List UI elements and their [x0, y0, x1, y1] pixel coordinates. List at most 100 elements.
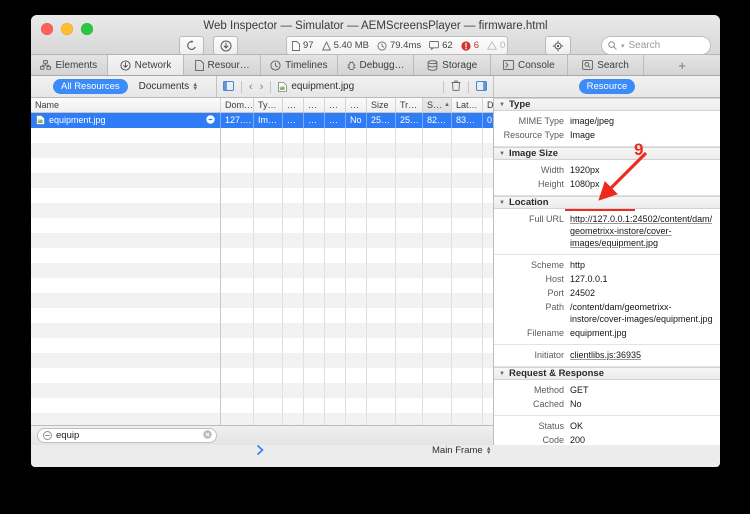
tab-timelines[interactable]: Timelines — [261, 55, 338, 75]
detail-key: Host — [545, 274, 564, 284]
cell-empty — [283, 307, 304, 323]
detail-key: Port — [547, 288, 564, 298]
cell-empty — [254, 262, 283, 278]
download-button[interactable] — [213, 36, 238, 55]
cell-empty — [221, 337, 254, 353]
toggle-sidebar-right-icon[interactable] — [476, 78, 487, 96]
cell-empty — [367, 172, 396, 188]
all-resources-button[interactable]: All Resources — [53, 78, 128, 95]
section-header-image-size[interactable]: ▼ Image Size — [494, 147, 720, 160]
cell-empty — [367, 292, 396, 308]
stat-resources: 97 — [292, 40, 314, 51]
table-row[interactable]: equipment.jpg127.…Im…………No25…25…82…83…0.… — [31, 112, 493, 128]
stat-time-value: 79.4ms — [389, 40, 422, 51]
inspector-tabbar[interactable]: Elements Network Resour… Timelines Debug… — [31, 55, 720, 76]
table-empty-row — [31, 412, 493, 425]
cell-empty — [346, 367, 367, 383]
cell-empty — [483, 383, 493, 398]
section-header-type[interactable]: ▼ Type — [494, 98, 720, 111]
cell-empty — [452, 292, 483, 308]
cell-empty — [325, 382, 346, 398]
cell-empty — [367, 262, 396, 278]
detail-value-initiator[interactable]: clientlibs.js:36935 — [570, 349, 720, 361]
frame-selector[interactable]: Main Frame ▲ ▼ — [432, 445, 492, 456]
clear-filter-icon[interactable] — [203, 426, 212, 444]
section-header-request-response[interactable]: ▼ Request & Response — [494, 367, 720, 380]
back-icon[interactable]: ‹ — [249, 81, 253, 93]
column-header-6[interactable]: … — [346, 98, 367, 112]
cell-empty — [221, 157, 254, 173]
detail-value: equipment.jpg — [570, 328, 627, 338]
detail-key: Height — [537, 179, 564, 189]
add-tab-button[interactable]: + — [644, 55, 720, 75]
cell-empty — [396, 367, 423, 383]
tab-search[interactable]: Search — [568, 55, 645, 75]
column-header-10[interactable]: Lat… — [452, 98, 483, 112]
column-header-2[interactable]: Ty… — [254, 98, 283, 112]
tab-resources[interactable]: Resour… — [184, 55, 262, 75]
breadcrumb[interactable]: equipment.jpg — [278, 81, 354, 92]
cell-empty — [221, 412, 254, 425]
cell-empty — [423, 322, 452, 338]
cell-empty — [452, 337, 483, 353]
cell-empty — [452, 247, 483, 263]
column-header-0[interactable]: Name — [31, 98, 221, 112]
tab-console[interactable]: Console — [491, 55, 568, 75]
table-header[interactable]: NameDom…Ty……………SizeTr…S…▲Lat…Dur… — [31, 98, 513, 113]
status-summary: 97 5.40 MB 79.4ms 62 6 0 — [286, 36, 508, 55]
table-rows[interactable]: equipment.jpg127.…Im…………No25…25…82…83…0.… — [31, 112, 493, 425]
column-header-1[interactable]: Dom… — [221, 98, 254, 112]
cell-empty — [304, 292, 325, 308]
documents-dropdown[interactable]: Documents ▲ ▼ — [139, 81, 199, 92]
column-header-3[interactable]: … — [283, 98, 304, 112]
table-empty-row — [31, 217, 493, 233]
annotation-number: 9 — [634, 140, 644, 159]
breadcrumb-filename: equipment.jpg — [291, 81, 355, 92]
reload-icon — [187, 40, 196, 50]
reload-button[interactable] — [179, 36, 204, 55]
cell-empty — [325, 367, 346, 383]
detail-row: Height 1080px — [494, 177, 720, 191]
column-header-8[interactable]: Tr… — [396, 98, 423, 112]
column-header-9[interactable]: S… ▲ — [423, 98, 452, 112]
cell-empty — [325, 397, 346, 413]
filter-input[interactable]: equip — [37, 426, 217, 444]
column-header-5[interactable]: … — [325, 98, 346, 112]
cell-empty — [221, 382, 254, 398]
cell-empty — [452, 397, 483, 413]
column-header-4[interactable]: … — [304, 98, 325, 112]
expand-arrow-button[interactable] — [255, 444, 265, 456]
cell-empty — [325, 262, 346, 278]
cell-empty — [367, 367, 396, 383]
tab-storage[interactable]: Storage — [414, 55, 492, 75]
section-header-location[interactable]: ▼ Location — [494, 196, 720, 209]
cell-empty — [304, 142, 325, 158]
cell-empty — [423, 397, 452, 413]
column-header-7[interactable]: Size — [367, 98, 396, 112]
close-resource-icon[interactable] — [206, 114, 215, 126]
cell-empty — [423, 172, 452, 188]
cell-empty — [254, 172, 283, 188]
cell-empty — [346, 142, 367, 158]
tab-debugger[interactable]: Debugg… — [338, 55, 415, 75]
resource-tab-button[interactable]: Resource — [578, 78, 636, 95]
global-search-field[interactable]: ▾ Search — [601, 36, 711, 55]
tab-elements[interactable]: Elements — [31, 55, 108, 75]
toggle-sidebar-left-icon[interactable] — [223, 78, 234, 96]
cell-empty — [283, 172, 304, 188]
table-empty-row — [31, 292, 493, 308]
cell-empty — [221, 142, 254, 158]
column-header-label: Tr… — [400, 99, 418, 110]
forward-icon[interactable]: › — [260, 81, 264, 93]
cell-empty — [283, 262, 304, 278]
cell-empty — [346, 172, 367, 188]
detail-value: 127.0.0.1 — [570, 274, 608, 284]
cell-empty — [367, 352, 396, 368]
detail-value-full-url[interactable]: http://127.0.0.1:24502/content/dam/geome… — [570, 213, 720, 249]
cell-empty — [396, 127, 423, 143]
clear-button[interactable] — [451, 78, 461, 96]
tab-network[interactable]: Network — [107, 55, 185, 75]
resource-details-sidebar[interactable]: ▼ Type MIME Type image/jpeg Resource Typ… — [494, 98, 720, 445]
inspect-node-button[interactable] — [545, 36, 571, 55]
cell-empty — [31, 217, 221, 233]
